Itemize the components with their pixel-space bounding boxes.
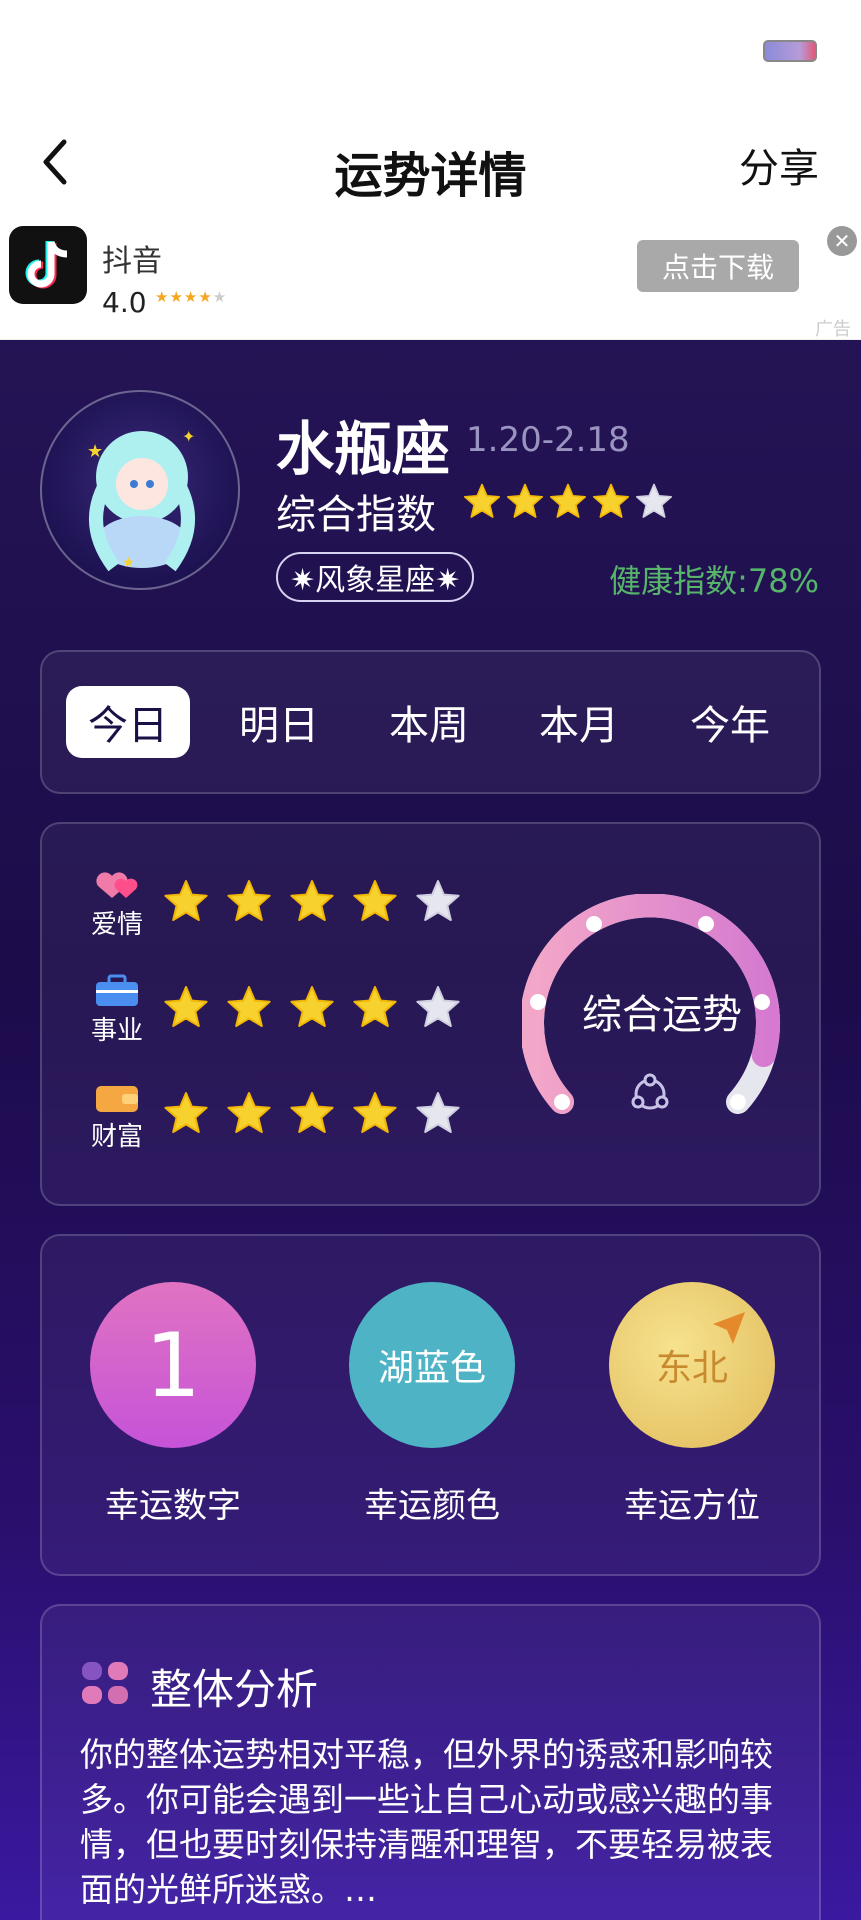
star-filled-icon — [290, 880, 334, 921]
tab-year[interactable]: 今年 — [668, 686, 792, 758]
element-badge: ✷风象星座✷ — [276, 552, 475, 602]
period-tabs: 今日 明日 本周 本月 今年 — [40, 650, 821, 794]
status-bar — [0, 0, 861, 110]
health-index: 健康指数:78% — [609, 562, 819, 600]
share-button[interactable]: 分享 — [739, 136, 819, 194]
career-stars — [162, 984, 477, 1032]
ad-rating: 4.0 — [102, 286, 147, 319]
wealth-stars — [162, 1090, 477, 1138]
star-filled-icon — [164, 880, 208, 921]
overall-index-label: 综合指数 — [276, 492, 436, 538]
star-filled-icon — [353, 880, 397, 921]
tab-tomorrow[interactable]: 明日 — [217, 686, 341, 758]
clover-icon — [82, 1662, 128, 1704]
star-filled-icon — [550, 483, 586, 518]
analysis-title: 整体分析 — [150, 1665, 319, 1714]
ad-app-name: 抖音 — [102, 244, 162, 279]
star-filled-icon — [164, 986, 208, 1027]
sign-name: 水瓶座 — [276, 415, 451, 483]
wealth-label: 财富 — [90, 1122, 143, 1152]
douyin-logo-icon[interactable] — [9, 226, 87, 304]
ad-label: 广告 — [815, 319, 851, 340]
lucky-number: 1 — [90, 1282, 256, 1448]
star-filled-icon — [353, 986, 397, 1027]
career-label: 事业 — [90, 1016, 143, 1046]
star-filled-icon — [227, 880, 271, 921]
star-filled-icon — [507, 483, 543, 518]
lucky-direction-item: 东北 幸运方位 — [607, 1282, 777, 1527]
lucky-direction: 东北 — [609, 1282, 775, 1448]
star-filled-icon — [353, 1092, 397, 1133]
lucky-number-label: 幸运数字 — [105, 1486, 241, 1526]
star-filled-icon — [164, 1092, 208, 1133]
close-icon[interactable]: ✕ — [827, 226, 857, 256]
star-empty-icon — [416, 986, 460, 1027]
love-stars — [162, 878, 477, 926]
love-row: 爱情 — [82, 868, 502, 948]
star-empty-icon — [416, 880, 460, 921]
svg-text:★: ★ — [122, 555, 135, 571]
fortune-main: ★ ✦ ★ 水瓶座 1.20-2.18 综合指数 ✷风象星座✷ 健康指数:78%… — [0, 340, 861, 1920]
briefcase-icon — [82, 974, 152, 1012]
header: 运势详情 分享 — [0, 110, 861, 222]
star-filled-icon — [227, 1092, 271, 1133]
fortune-ratings-card: 爱情 事业 财富 综合运势 — [40, 822, 821, 1206]
overall-stars — [462, 482, 677, 522]
page-title: 运势详情 — [334, 148, 527, 204]
star-filled-icon — [290, 986, 334, 1027]
compass-arrow-icon — [713, 1312, 745, 1344]
star-empty-icon — [636, 483, 672, 518]
lucky-color-item: 湖蓝色 幸运颜色 — [347, 1282, 517, 1527]
lucky-card: 1 幸运数字 湖蓝色 幸运颜色 东北 幸运方位 — [40, 1234, 821, 1576]
overall-fortune-label: 综合运势 — [582, 992, 742, 1038]
wallet-icon — [82, 1080, 152, 1118]
career-row: 事业 — [82, 974, 502, 1054]
star-filled-icon — [464, 483, 500, 518]
analysis-text: 你的整体运势相对平稳，但外界的诱惑和影响较多。你可能会遇到一些让自己心动或感兴趣… — [80, 1735, 773, 1909]
ad-rating-stars: ★★★★★ — [155, 288, 228, 306]
lucky-color: 湖蓝色 — [349, 1282, 515, 1448]
svg-text:★: ★ — [87, 441, 103, 462]
svg-text:✦: ✦ — [182, 427, 195, 446]
tab-month[interactable]: 本月 — [517, 686, 641, 758]
wealth-row: 财富 — [82, 1080, 502, 1160]
star-empty-icon — [416, 1092, 460, 1133]
star-filled-icon — [290, 1092, 334, 1133]
star-filled-icon — [593, 483, 629, 518]
battery-icon — [763, 40, 817, 62]
lucky-color-label: 幸运颜色 — [364, 1486, 500, 1526]
ad-banner[interactable]: 抖音 4.0 ★★★★★ 点击下载 ✕ 广告 — [0, 222, 861, 340]
tab-week[interactable]: 本周 — [367, 686, 491, 758]
lucky-number-item: 1 幸运数字 — [88, 1282, 258, 1527]
ad-download-button[interactable]: 点击下载 — [637, 240, 799, 292]
heart-icon — [82, 868, 152, 906]
star-filled-icon — [227, 986, 271, 1027]
aquarius-avatar: ★ ✦ ★ — [40, 390, 240, 590]
love-label: 爱情 — [90, 910, 143, 940]
tab-today[interactable]: 今日 — [66, 686, 190, 758]
sign-dates: 1.20-2.18 — [466, 420, 630, 460]
share-nodes-icon — [631, 1073, 669, 1110]
overall-analysis-card: 整体分析 你的整体运势相对平稳，但外界的诱惑和影响较多。你可能会遇到一些让自己心… — [40, 1604, 821, 1920]
lucky-direction-label: 幸运方位 — [624, 1486, 760, 1526]
